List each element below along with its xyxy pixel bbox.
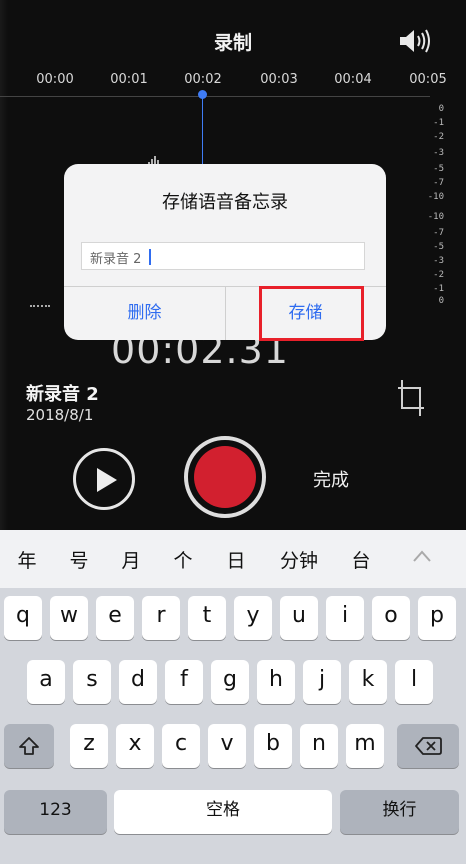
keyboard: 年 号 月 个 日 分钟 台 q w e r t y u i o p a s d… — [0, 530, 466, 864]
key-z[interactable]: z — [70, 724, 108, 768]
key-m[interactable]: m — [346, 724, 384, 768]
key-h[interactable]: h — [257, 660, 295, 704]
key-s[interactable]: s — [73, 660, 111, 704]
save-button-highlight — [259, 286, 364, 341]
key-b[interactable]: b — [254, 724, 292, 768]
space-key[interactable]: 空格 — [114, 790, 332, 834]
delete-key[interactable] — [397, 724, 459, 768]
play-icon — [97, 468, 117, 492]
candidate-word[interactable]: 分钟 — [280, 546, 318, 573]
speaker-icon[interactable] — [398, 26, 432, 56]
db-label: -7 — [433, 178, 444, 188]
key-v[interactable]: v — [208, 724, 246, 768]
key-j[interactable]: j — [303, 660, 341, 704]
trim-icon[interactable] — [396, 378, 426, 418]
play-button[interactable] — [73, 448, 135, 510]
timeline-ruler[interactable]: 00:00 00:01 00:02 00:03 00:04 00:05 — [0, 72, 466, 92]
key-g[interactable]: g — [211, 660, 249, 704]
candidate-bar: 年 号 月 个 日 分钟 台 — [0, 530, 466, 588]
key-x[interactable]: x — [116, 724, 154, 768]
key-n[interactable]: n — [300, 724, 338, 768]
key-w[interactable]: w — [50, 596, 88, 640]
db-label: -5 — [433, 242, 444, 252]
key-d[interactable]: d — [119, 660, 157, 704]
key-o[interactable]: o — [372, 596, 410, 640]
record-button[interactable] — [184, 436, 266, 518]
key-i[interactable]: i — [326, 596, 364, 640]
playhead-handle[interactable] — [198, 90, 207, 99]
record-icon — [194, 446, 256, 508]
db-label: -1 — [433, 118, 444, 128]
candidate-word[interactable]: 月 — [121, 546, 140, 573]
key-r[interactable]: r — [142, 596, 180, 640]
timeline-tick: 00:02 — [184, 72, 222, 87]
db-label: -3 — [433, 256, 444, 266]
timeline-tick: 00:03 — [260, 72, 298, 87]
done-button[interactable]: 完成 — [313, 466, 349, 492]
db-label: -2 — [433, 132, 444, 142]
db-label: 0 — [438, 296, 444, 306]
candidate-word[interactable]: 日 — [226, 546, 245, 573]
chevron-up-icon[interactable] — [412, 548, 432, 562]
db-label: -10 — [427, 192, 444, 202]
key-y[interactable]: y — [234, 596, 272, 640]
key-f[interactable]: f — [165, 660, 203, 704]
recording-date: 2018/8/1 — [26, 406, 94, 424]
timeline-tick: 00:05 — [409, 72, 447, 87]
memo-name-value: 新录音 2 — [90, 252, 142, 267]
waveform-baseline — [30, 305, 50, 307]
shift-icon — [19, 737, 39, 755]
numbers-key[interactable]: 123 — [4, 790, 107, 834]
db-label: -2 — [433, 270, 444, 280]
timeline-tick: 00:04 — [334, 72, 372, 87]
memo-name-input[interactable]: 新录音 2 — [81, 242, 365, 270]
candidate-word[interactable]: 号 — [69, 546, 88, 573]
db-label: -1 — [433, 284, 444, 294]
delete-button[interactable]: 删除 — [64, 286, 225, 340]
key-e[interactable]: e — [96, 596, 134, 640]
db-label: -10 — [427, 212, 444, 222]
key-q[interactable]: q — [4, 596, 42, 640]
db-label: -3 — [433, 148, 444, 158]
key-u[interactable]: u — [280, 596, 318, 640]
backspace-icon — [415, 737, 442, 755]
key-l[interactable]: l — [395, 660, 433, 704]
key-k[interactable]: k — [349, 660, 387, 704]
db-label: 0 — [438, 104, 444, 114]
candidate-word[interactable]: 台 — [351, 546, 370, 573]
dialog-title: 存储语音备忘录 — [162, 192, 288, 213]
shift-key[interactable] — [4, 724, 54, 768]
db-label: -7 — [433, 228, 444, 238]
text-caret — [149, 249, 151, 265]
key-p[interactable]: p — [418, 596, 456, 640]
return-key[interactable]: 换行 — [340, 790, 459, 834]
key-a[interactable]: a — [27, 660, 65, 704]
timeline-axis — [0, 96, 430, 97]
db-label: -5 — [433, 164, 444, 174]
key-c[interactable]: c — [162, 724, 200, 768]
candidate-word[interactable]: 年 — [17, 546, 36, 573]
key-t[interactable]: t — [188, 596, 226, 640]
timeline-tick: 00:00 — [36, 72, 74, 87]
candidate-word[interactable]: 个 — [173, 546, 192, 573]
timeline-tick: 00:01 — [110, 72, 148, 87]
voice-memo-screen: 录制 00:00 00:01 00:02 00:03 00:04 00:05 0… — [0, 0, 466, 864]
recording-name[interactable]: 新录音 2 — [26, 380, 99, 406]
decibel-scale: 0 -1 -2 -3 -5 -7 -10 -10 -7 -5 -3 -2 -1 … — [427, 104, 444, 306]
page-title: 录制 — [213, 32, 252, 54]
